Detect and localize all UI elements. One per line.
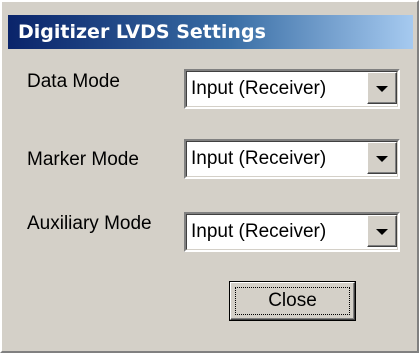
chevron-down-icon xyxy=(376,229,388,235)
close-button-label: Close xyxy=(268,290,317,311)
auxiliary-mode-value: Input (Receiver) xyxy=(191,221,327,242)
chevron-down-icon xyxy=(376,156,388,162)
data-mode-label: Data Mode xyxy=(27,71,120,92)
marker-mode-value: Input (Receiver) xyxy=(191,148,327,169)
data-mode-dropdown-button[interactable] xyxy=(367,72,397,104)
marker-mode-label: Marker Mode xyxy=(27,149,139,170)
title-bar[interactable]: Digitizer LVDS Settings xyxy=(8,15,413,49)
window-title: Digitizer LVDS Settings xyxy=(18,21,266,43)
marker-mode-select[interactable]: Input (Receiver) xyxy=(184,139,400,179)
marker-mode-dropdown-button[interactable] xyxy=(367,142,397,174)
lvds-settings-dialog: Digitizer LVDS Settings Data Mode Input … xyxy=(0,0,419,353)
data-mode-select[interactable]: Input (Receiver) xyxy=(184,69,400,109)
auxiliary-mode-label: Auxiliary Mode xyxy=(27,213,152,234)
chevron-down-icon xyxy=(376,86,388,92)
data-mode-value: Input (Receiver) xyxy=(191,78,327,99)
close-button[interactable]: Close xyxy=(229,281,356,321)
auxiliary-mode-dropdown-button[interactable] xyxy=(367,215,397,247)
auxiliary-mode-select[interactable]: Input (Receiver) xyxy=(184,212,400,252)
